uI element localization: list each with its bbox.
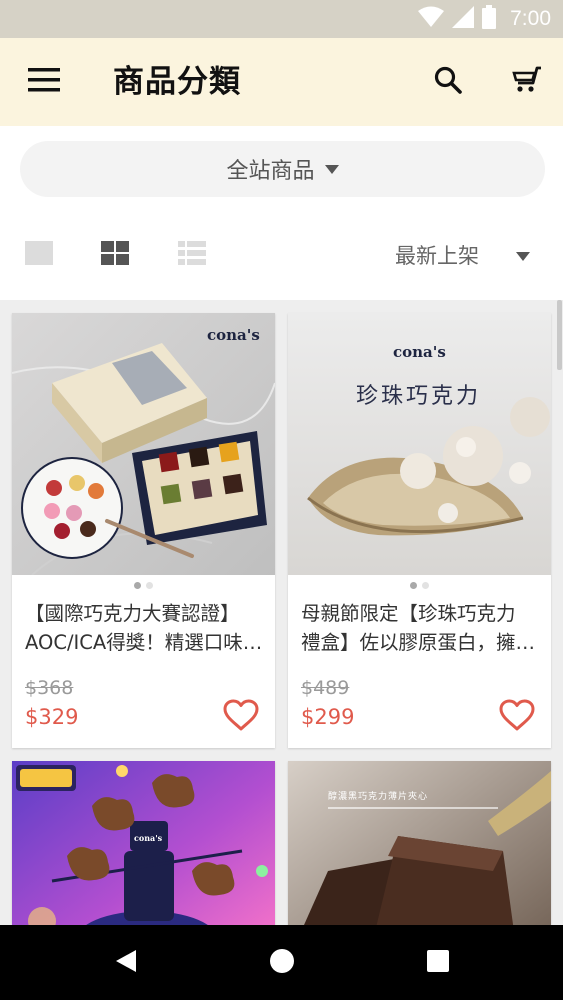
grid-view-icon bbox=[101, 241, 129, 269]
list-view-button[interactable] bbox=[177, 241, 207, 269]
product-image[interactable]: cona's 珍珠巧克力 bbox=[288, 313, 551, 575]
original-price: $368 bbox=[25, 677, 74, 699]
hamburger-menu-icon bbox=[28, 68, 60, 96]
image-caption: 珍珠巧克力 bbox=[356, 384, 481, 409]
favorite-button[interactable] bbox=[499, 699, 535, 733]
product-grid: cona's 【國際巧克力大賽認證】 AOC/ICA得獎！精選口味… $368 … bbox=[0, 300, 563, 925]
carousel-dots bbox=[288, 582, 551, 589]
brand-logo: cona's bbox=[207, 326, 260, 344]
system-navigation-bar bbox=[0, 925, 563, 1000]
sort-dropdown[interactable]: 最新上架 bbox=[395, 240, 479, 272]
recents-button[interactable] bbox=[418, 943, 458, 983]
sale-price: $299 bbox=[301, 705, 355, 729]
product-image[interactable]: cona's bbox=[12, 313, 275, 575]
product-card[interactable]: cona's bbox=[12, 761, 275, 925]
signal-icon bbox=[452, 6, 475, 32]
scrollbar[interactable] bbox=[557, 300, 562, 370]
status-time: 7:00 bbox=[510, 7, 551, 30]
brand-logo: cona's bbox=[134, 833, 163, 843]
favorite-button[interactable] bbox=[223, 699, 259, 733]
sale-price: $329 bbox=[25, 705, 79, 729]
menu-button[interactable] bbox=[18, 60, 70, 104]
product-card[interactable]: cona's 【國際巧克力大賽認證】 AOC/ICA得獎！精選口味… $368 … bbox=[12, 313, 275, 748]
heart-icon bbox=[499, 699, 535, 735]
cart-icon bbox=[512, 66, 542, 98]
brand-logo: cona's bbox=[393, 343, 446, 361]
cart-button[interactable] bbox=[505, 60, 549, 104]
battery-icon bbox=[482, 5, 497, 33]
home-button[interactable] bbox=[262, 943, 302, 983]
original-price: $489 bbox=[301, 677, 350, 699]
image-caption: 醇濃黑巧克力薄片夾心 bbox=[328, 790, 428, 802]
view-options-row: 最新上架 bbox=[0, 226, 563, 286]
product-title-line: 母親節限定【珍珠巧克力 bbox=[301, 602, 516, 625]
app-bar: 商品分類 bbox=[0, 38, 563, 126]
product-image[interactable]: 醇濃黑巧克力薄片夾心 bbox=[288, 761, 551, 925]
product-title[interactable]: 【國際巧克力大賽認證】 AOC/ICA得獎！精選口味… bbox=[25, 599, 265, 657]
product-title-line: 禮盒】佐以膠原蛋白，擁… bbox=[301, 631, 536, 654]
carousel-dot bbox=[146, 582, 153, 589]
grid-view-button[interactable] bbox=[100, 241, 130, 269]
category-filter-dropdown[interactable]: 全站商品 bbox=[20, 141, 545, 197]
carousel-dot-active bbox=[134, 582, 141, 589]
product-card[interactable]: cona's 珍珠巧克力 母親節限定【珍珠巧克力 禮盒】佐以膠原蛋白，擁… $4… bbox=[288, 313, 551, 748]
category-filter-label: 全站商品 bbox=[226, 159, 315, 184]
list-view-icon bbox=[178, 241, 206, 269]
back-button[interactable] bbox=[106, 943, 146, 983]
sort-dropdown-arrow[interactable] bbox=[516, 252, 530, 261]
home-circle-icon bbox=[269, 948, 295, 978]
product-title-line: AOC/ICA得獎！精選口味… bbox=[25, 631, 263, 654]
back-triangle-icon bbox=[114, 948, 138, 978]
heart-icon bbox=[223, 699, 259, 735]
search-icon bbox=[434, 66, 462, 98]
product-image[interactable]: cona's bbox=[12, 761, 275, 925]
carousel-dots bbox=[12, 582, 275, 589]
single-view-button[interactable] bbox=[24, 241, 54, 269]
status-icons: 7:00 bbox=[418, 5, 551, 33]
product-card[interactable]: 醇濃黑巧克力薄片夾心 bbox=[288, 761, 551, 925]
chevron-down-icon bbox=[516, 252, 530, 261]
product-title[interactable]: 母親節限定【珍珠巧克力 禮盒】佐以膠原蛋白，擁… bbox=[301, 599, 541, 657]
page-title: 商品分類 bbox=[113, 64, 241, 100]
recents-square-icon bbox=[426, 949, 450, 977]
single-view-icon bbox=[25, 241, 53, 269]
status-bar: 7:00 bbox=[0, 0, 563, 38]
search-button[interactable] bbox=[426, 60, 470, 104]
dropdown-arrow-icon bbox=[324, 164, 339, 174]
wifi-icon bbox=[418, 6, 445, 32]
carousel-dot bbox=[422, 582, 429, 589]
product-title-line: 【國際巧克力大賽認證】 bbox=[25, 602, 240, 625]
carousel-dot-active bbox=[410, 582, 417, 589]
